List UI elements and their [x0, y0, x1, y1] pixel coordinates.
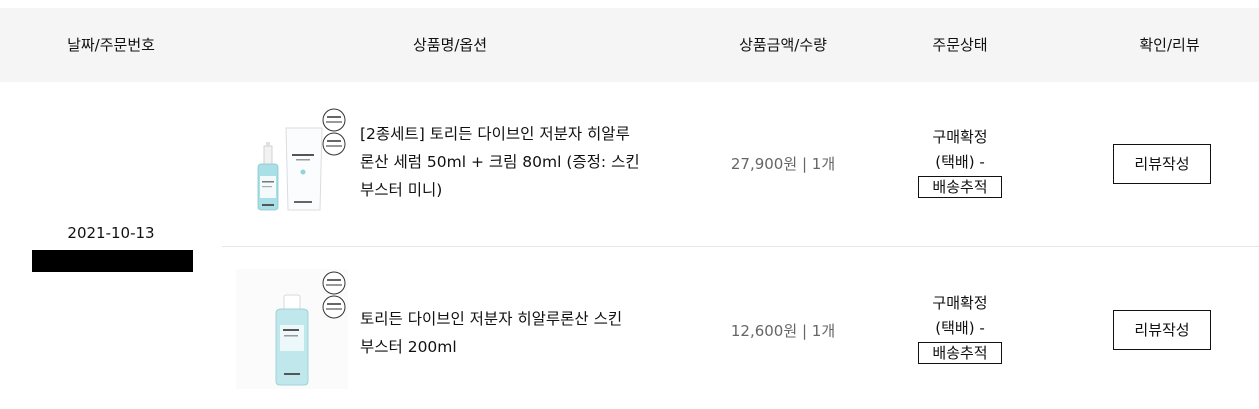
- serum-and-cream-set-image: [236, 106, 348, 218]
- product-name[interactable]: [2종세트] 토리든 다이브인 저분자 히알루 론산 세럼 50ml + 크림 …: [360, 120, 690, 204]
- order-status: 구매확정 (택배) - 배송추적: [880, 291, 1040, 366]
- track-shipment-button[interactable]: 배송추적: [918, 176, 1002, 198]
- order-status: 구매확정 (택배) - 배송추적: [880, 125, 1040, 200]
- price-quantity: 12,600원 | 1개: [700, 320, 866, 341]
- table-header: 날짜/주문번호 상품명/옵션 상품금액/수량 주문상태 확인/리뷰: [0, 8, 1259, 82]
- order-history-table: 날짜/주문번호 상품명/옵션 상품금액/수량 주문상태 확인/리뷰 2021-1…: [0, 0, 1259, 409]
- write-review-button[interactable]: 리뷰작성: [1113, 310, 1211, 350]
- order-date: 2021-10-13: [67, 224, 155, 242]
- item-price: 27,900원: [730, 155, 798, 173]
- write-review-button[interactable]: 리뷰작성: [1113, 144, 1211, 184]
- order-date-cell: 2021-10-13: [0, 82, 222, 409]
- product-name-line: 부스터 200ml: [360, 338, 457, 356]
- item-price: 12,600원: [730, 322, 798, 340]
- column-header-price-qty: 상품금액/수량: [739, 36, 827, 54]
- status-label: 구매확정: [932, 294, 988, 312]
- item-quantity: 1개: [811, 322, 836, 340]
- order-number-redacted: [32, 250, 193, 272]
- price-separator: |: [801, 155, 807, 173]
- status-label: 구매확정: [932, 128, 988, 146]
- product-thumbnail[interactable]: [236, 269, 348, 389]
- product-name[interactable]: 토리든 다이브인 저분자 히알루론산 스킨 부스터 200ml: [360, 305, 690, 361]
- order-item-row: [2종세트] 토리든 다이브인 저분자 히알루 론산 세럼 50ml + 크림 …: [222, 82, 1259, 246]
- product-thumbnail[interactable]: [236, 106, 348, 218]
- column-header-review: 확인/리뷰: [1139, 36, 1200, 54]
- column-header-status: 주문상태: [932, 36, 988, 54]
- track-shipment-button[interactable]: 배송추적: [918, 342, 1002, 364]
- price-quantity: 27,900원 | 1개: [700, 153, 866, 174]
- product-name-line: [2종세트] 토리든 다이브인 저분자 히알루: [360, 125, 630, 143]
- product-name-line: 론산 세럼 50ml + 크림 80ml (증정: 스킨: [360, 153, 640, 171]
- shipping-method: (택배) -: [935, 153, 985, 171]
- product-name-line: 토리든 다이브인 저분자 히알루론산 스킨: [360, 310, 623, 328]
- price-separator: |: [801, 322, 807, 340]
- order-item-row: 토리든 다이브인 저분자 히알루론산 스킨 부스터 200ml 12,600원 …: [222, 247, 1259, 409]
- column-header-date-order: 날짜/주문번호: [67, 36, 155, 54]
- column-header-product: 상품명/옵션: [412, 36, 488, 54]
- product-name-line: 부스터 미니): [360, 181, 443, 199]
- item-quantity: 1개: [811, 155, 836, 173]
- shipping-method: (택배) -: [935, 319, 985, 337]
- skin-booster-bottle-image: [236, 269, 348, 389]
